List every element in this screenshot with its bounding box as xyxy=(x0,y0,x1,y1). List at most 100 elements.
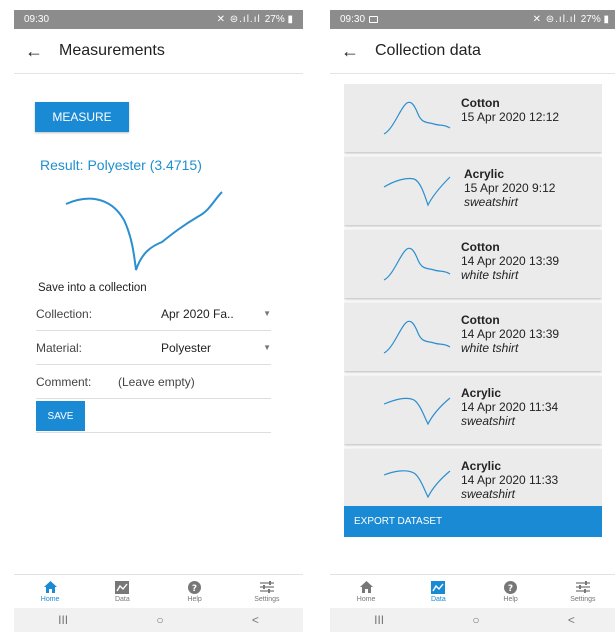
collection-label: Collection: xyxy=(36,306,93,321)
page-title: Measurements xyxy=(59,42,165,59)
sample-spectrum-chart xyxy=(383,176,451,207)
chart-icon xyxy=(431,580,446,594)
help-icon: ? xyxy=(504,580,518,594)
card-comment: sweatshirt xyxy=(464,195,519,209)
svg-text:?: ? xyxy=(508,584,513,594)
card-material: Cotton xyxy=(461,240,500,254)
sliders-icon xyxy=(575,580,590,594)
nav-label: Settings xyxy=(570,596,596,603)
home-icon xyxy=(359,580,373,594)
sliders-icon xyxy=(259,580,274,594)
app-bar: ← Collection data xyxy=(330,29,615,74)
bottom-nav: Home Data ? Help Settings xyxy=(330,574,615,608)
status-bar: 09:30 ✕ ⊜.ıl.ıl 27% ▮ xyxy=(14,10,303,29)
nav-label: Help xyxy=(503,596,518,603)
card-comment: white tshirt xyxy=(461,341,519,355)
nav-home[interactable]: Home xyxy=(14,575,86,608)
card-datetime: 15 Apr 2020 12:12 xyxy=(461,110,560,124)
gallery-icon xyxy=(369,16,379,23)
battery-indicator: 27% ▮ xyxy=(264,14,293,25)
export-dataset-button[interactable]: EXPORT DATASET xyxy=(344,506,602,537)
comment-input[interactable]: (Leave empty) xyxy=(118,375,271,389)
save-button[interactable]: SAVE xyxy=(36,401,85,431)
system-home-button[interactable]: ○ xyxy=(156,613,163,627)
system-home-button[interactable]: ○ xyxy=(472,613,479,627)
card-comment: sweatshirt xyxy=(461,487,516,501)
system-back-button[interactable]: < xyxy=(568,613,575,627)
recent-apps-button[interactable]: III xyxy=(58,613,68,627)
battery-indicator: 27% ▮ xyxy=(580,14,609,25)
collection-list[interactable]: Cotton 15 Apr 2020 12:12 Acrylic 15 Apr … xyxy=(344,84,602,508)
result-text: Result: Polyester (3.4715) xyxy=(40,157,202,173)
nav-help[interactable]: ? Help xyxy=(159,575,231,608)
nav-label: Help xyxy=(187,596,202,603)
collection-card[interactable]: Acrylic 14 Apr 2020 11:34 sweatshirt xyxy=(344,376,602,444)
collection-card[interactable]: Acrylic 15 Apr 2020 9:12 sweatshirt xyxy=(344,157,602,225)
page-title: Collection data xyxy=(375,42,481,59)
sample-spectrum-chart xyxy=(383,320,451,354)
status-time: 09:30 xyxy=(340,14,366,25)
measurements-screen: 09:30 ✕ ⊜.ıl.ıl 27% ▮ ← Measurements MEA… xyxy=(14,10,303,632)
nav-label: Home xyxy=(356,596,376,603)
nav-data[interactable]: Data xyxy=(86,575,158,608)
chart-icon xyxy=(115,580,130,594)
collection-card[interactable]: Cotton 15 Apr 2020 12:12 xyxy=(344,84,602,152)
back-arrow-icon[interactable]: ← xyxy=(330,29,370,74)
status-icons: ✕ ⊜.ıl.ıl xyxy=(532,14,577,25)
system-nav-bar: III ○ < xyxy=(330,608,615,632)
material-value: Polyester xyxy=(161,340,212,355)
home-icon xyxy=(43,580,57,594)
dropdown-arrow-icon: ▼ xyxy=(263,343,271,352)
card-material: Cotton xyxy=(461,96,500,110)
collection-card[interactable]: Cotton 14 Apr 2020 13:39 white tshirt xyxy=(344,230,602,298)
collection-select[interactable]: Collection: Apr 2020 Fa.. ▼ xyxy=(36,297,271,331)
nav-label: Home xyxy=(40,596,60,603)
system-back-button[interactable]: < xyxy=(252,613,259,627)
save-row: SAVE xyxy=(36,399,271,433)
help-icon: ? xyxy=(188,580,202,594)
card-material: Acrylic xyxy=(461,386,502,400)
card-datetime: 15 Apr 2020 9:12 xyxy=(464,181,556,195)
material-label: Material: xyxy=(36,340,83,355)
card-comment: sweatshirt xyxy=(461,414,516,428)
collection-card[interactable]: Acrylic 14 Apr 2020 11:33 sweatshirt xyxy=(344,449,602,508)
dropdown-arrow-icon: ▼ xyxy=(263,309,271,318)
comment-label: Comment: xyxy=(36,374,92,389)
card-material: Acrylic xyxy=(464,167,505,181)
bottom-nav: Home Data ? Help Settings xyxy=(14,574,303,608)
comment-field[interactable]: Comment: (Leave empty) xyxy=(36,365,271,399)
card-datetime: 14 Apr 2020 11:34 xyxy=(461,400,559,414)
sample-spectrum-chart xyxy=(383,101,451,135)
card-datetime: 14 Apr 2020 13:39 xyxy=(461,254,560,268)
collection-data-screen: 09:30 ✕ ⊜.ıl.ıl 27% ▮ ← Collection data … xyxy=(330,10,615,632)
status-time: 09:30 xyxy=(24,14,50,25)
card-datetime: 14 Apr 2020 13:39 xyxy=(461,327,560,341)
status-icons: ✕ ⊜.ıl.ıl xyxy=(216,14,261,25)
card-material: Cotton xyxy=(461,313,500,327)
nav-data[interactable]: Data xyxy=(402,575,474,608)
sample-spectrum-chart xyxy=(383,470,451,499)
save-section-label: Save into a collection xyxy=(38,282,147,294)
svg-text:?: ? xyxy=(192,584,197,594)
status-bar: 09:30 ✕ ⊜.ıl.ıl 27% ▮ xyxy=(330,10,615,29)
nav-label: Data xyxy=(114,596,130,603)
collection-card[interactable]: Cotton 14 Apr 2020 13:39 white tshirt xyxy=(344,303,602,371)
nav-help[interactable]: ? Help xyxy=(475,575,547,608)
nav-label: Data xyxy=(430,596,446,603)
card-datetime: 14 Apr 2020 11:33 xyxy=(461,473,559,487)
material-select[interactable]: Material: Polyester ▼ xyxy=(36,331,271,365)
app-bar: ← Measurements xyxy=(14,29,303,74)
collection-value: Apr 2020 Fa.. xyxy=(161,306,234,321)
recent-apps-button[interactable]: III xyxy=(374,613,384,627)
measure-button[interactable]: MEASURE xyxy=(35,102,129,132)
card-comment: white tshirt xyxy=(461,268,519,282)
back-arrow-icon[interactable]: ← xyxy=(14,29,54,74)
nav-home[interactable]: Home xyxy=(330,575,402,608)
system-nav-bar: III ○ < xyxy=(14,608,303,632)
sample-spectrum-chart xyxy=(383,247,451,281)
nav-settings[interactable]: Settings xyxy=(547,575,615,608)
card-material: Acrylic xyxy=(461,459,502,473)
sample-spectrum-chart xyxy=(383,397,451,426)
nav-settings[interactable]: Settings xyxy=(231,575,303,608)
spectrum-curve xyxy=(65,191,223,271)
